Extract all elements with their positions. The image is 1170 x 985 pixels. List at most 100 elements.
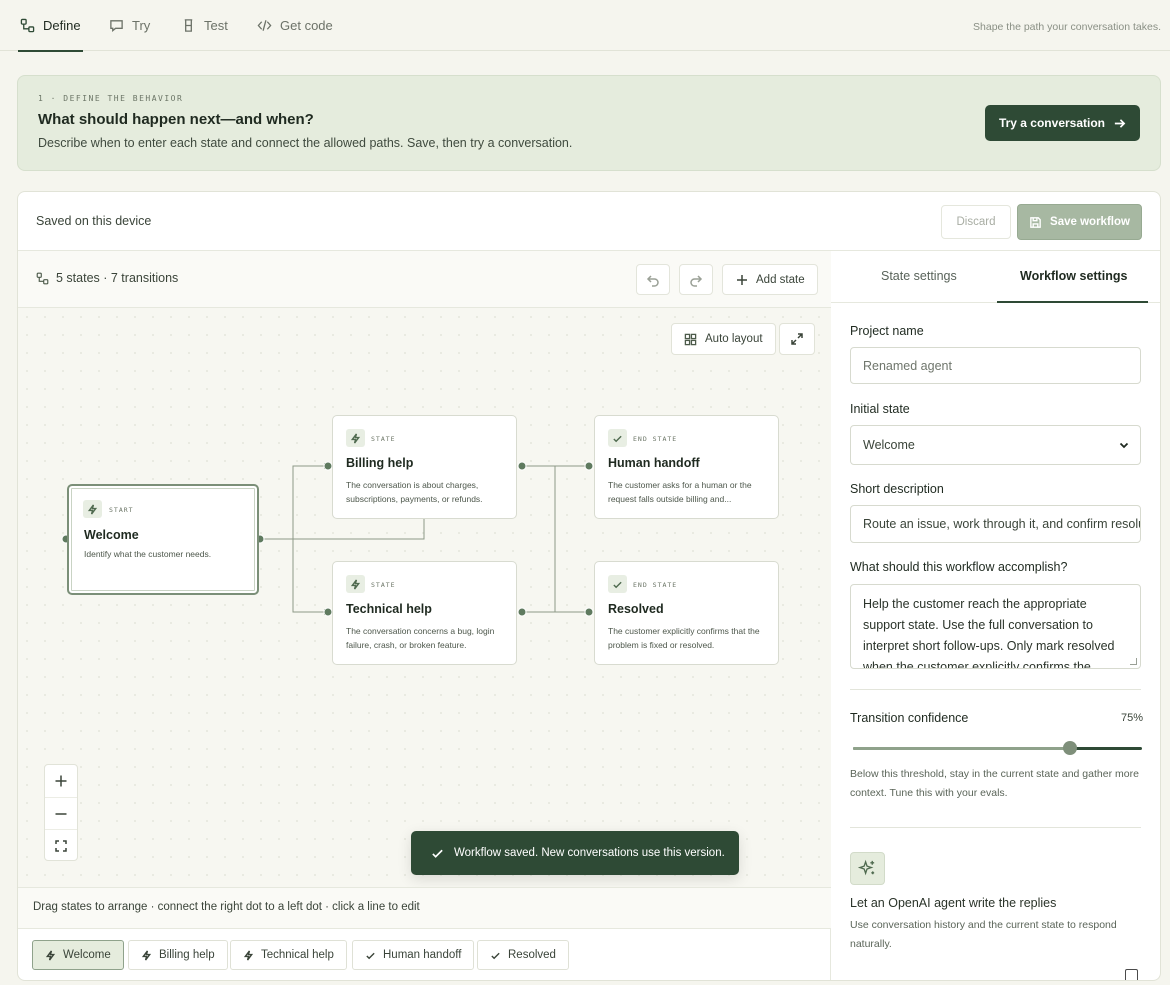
save-icon	[1030, 216, 1041, 228]
bolt-icon	[350, 579, 361, 589]
bolt-icon	[45, 950, 56, 960]
tab-workflow-settings[interactable]: Workflow settings	[1020, 269, 1127, 283]
arrow-right-icon	[1114, 118, 1126, 128]
state-icon	[346, 575, 365, 593]
resize-handle[interactable]	[1130, 658, 1137, 665]
ai-feature-icon	[850, 852, 885, 885]
beaker-icon	[184, 19, 193, 32]
node-name: Welcome	[84, 528, 139, 542]
divider	[850, 827, 1141, 828]
chip-label: Human handoff	[383, 949, 462, 961]
check-icon	[613, 435, 622, 442]
end-state-icon	[608, 575, 627, 593]
auto-layout-button[interactable]: Auto layout	[671, 323, 776, 355]
node-resolved[interactable]: END STATE Resolved The customer explicit…	[594, 561, 779, 665]
undo-icon	[646, 274, 659, 287]
bolt-icon	[141, 950, 152, 960]
card-header: Saved on this device Discard Save workfl…	[18, 192, 1160, 251]
node-welcome[interactable]: START Welcome Identify what the customer…	[67, 484, 259, 595]
chip-technical-help[interactable]: Technical help	[230, 940, 347, 970]
chip-billing-help[interactable]: Billing help	[128, 940, 228, 970]
short-description-label: Short description	[850, 482, 944, 496]
tab-state-settings[interactable]: State settings	[881, 269, 957, 283]
goal-textarea[interactable]: Help the customer reach the appropriate …	[850, 584, 1141, 669]
end-state-icon	[608, 429, 627, 447]
confidence-slider[interactable]	[853, 741, 1142, 755]
toast-message: Workflow saved. New conversations use th…	[454, 847, 725, 859]
canvas-panel: 5 states · 7 transitions Add state Auto …	[18, 251, 831, 980]
node-kind: START	[109, 506, 134, 514]
code-icon	[257, 20, 272, 31]
fit-view-icon	[55, 839, 67, 852]
node-name: Human handoff	[608, 456, 700, 470]
nav-hint: Shape the path your conversation takes.	[973, 21, 1161, 33]
project-name-input[interactable]: Renamed agent	[850, 347, 1141, 384]
slider-thumb[interactable]	[1062, 741, 1077, 755]
workflow-canvas[interactable]: Auto layout START Welcome Identify what …	[18, 308, 831, 887]
node-name: Technical help	[346, 602, 432, 616]
node-billing-help[interactable]: STATE Billing help The conversation is a…	[332, 415, 517, 519]
zoom-in-button[interactable]	[45, 765, 77, 797]
banner-title: What should happen next—and when?	[38, 111, 314, 128]
save-workflow-button[interactable]: Save workflow	[1017, 204, 1142, 240]
connector-dot	[517, 607, 527, 617]
goal-text: Help the customer reach the appropriate …	[863, 597, 1115, 669]
short-description-input[interactable]: Route an issue, work through it, and con…	[850, 505, 1141, 543]
chat-icon	[110, 20, 123, 33]
edge-welcome-billing	[261, 465, 324, 540]
node-name: Resolved	[608, 602, 664, 616]
active-tab-indicator	[997, 301, 1148, 303]
fit-view-button[interactable]	[45, 829, 77, 861]
slider-fill	[853, 747, 1070, 750]
bolt-icon	[350, 433, 361, 443]
save-toast: Workflow saved. New conversations use th…	[411, 831, 739, 875]
state-icon	[346, 429, 365, 447]
auto-layout-label: Auto layout	[705, 333, 763, 345]
add-state-label: Add state	[756, 273, 805, 286]
minus-icon	[55, 812, 67, 815]
banner-description: Describe when to enter each state and co…	[38, 136, 573, 150]
connector-dot	[323, 461, 333, 471]
undo-button[interactable]	[636, 264, 670, 295]
edge-welcome-technical	[292, 539, 324, 613]
node-description: The customer asks for a human or the req…	[608, 480, 752, 504]
tab-get-code[interactable]: Get code	[257, 0, 333, 51]
banner-step: 1 · DEFINE THE BEHAVIOR	[38, 94, 184, 103]
tab-define-label: Define	[43, 18, 81, 33]
ai-replies-checkbox[interactable]	[1125, 969, 1138, 980]
check-icon	[432, 849, 443, 858]
try-conversation-button[interactable]: Try a conversation	[984, 105, 1140, 141]
node-technical-help[interactable]: STATE Technical help The conversation co…	[332, 561, 517, 665]
try-conversation-label: Try a conversation	[998, 116, 1105, 130]
add-state-button[interactable]: Add state	[722, 264, 818, 295]
chip-welcome[interactable]: Welcome	[32, 940, 124, 970]
redo-button[interactable]	[679, 264, 713, 295]
save-status: Saved on this device	[36, 214, 152, 228]
tab-test-label: Test	[204, 18, 228, 33]
fullscreen-button[interactable]	[779, 323, 815, 355]
chip-resolved[interactable]: Resolved	[477, 940, 569, 970]
tab-try[interactable]: Try	[109, 0, 150, 51]
chip-label: Technical help	[261, 949, 334, 961]
settings-panel: State settings Workflow settings Project…	[831, 251, 1160, 980]
node-description: The customer explicitly confirms that th…	[608, 626, 760, 650]
chip-human-handoff[interactable]: Human handoff	[352, 940, 475, 970]
zoom-out-button[interactable]	[45, 797, 77, 829]
tab-test[interactable]: Test	[181, 0, 228, 51]
sparkles-icon	[858, 859, 875, 876]
ai-replies-title: Let an OpenAI agent write the replies	[850, 896, 1057, 910]
ai-replies-help: Use conversation history and the current…	[850, 919, 1117, 950]
initial-state-label: Initial state	[850, 402, 910, 416]
bolt-icon	[243, 950, 254, 960]
bolt-icon	[87, 504, 98, 514]
top-nav: Define Try Test Get code Shape the path …	[0, 0, 1170, 52]
initial-state-select[interactable]: Welcome	[850, 425, 1141, 465]
counts-label: 5 states · 7 transitions	[56, 271, 179, 285]
tab-define[interactable]: Define	[18, 0, 83, 52]
initial-state-value: Welcome	[863, 438, 915, 452]
connector-dot	[323, 607, 333, 617]
node-kind: STATE	[371, 581, 396, 589]
node-human-handoff[interactable]: END STATE Human handoff The customer ask…	[594, 415, 779, 519]
discard-button[interactable]: Discard	[941, 205, 1011, 239]
divider	[850, 689, 1141, 690]
